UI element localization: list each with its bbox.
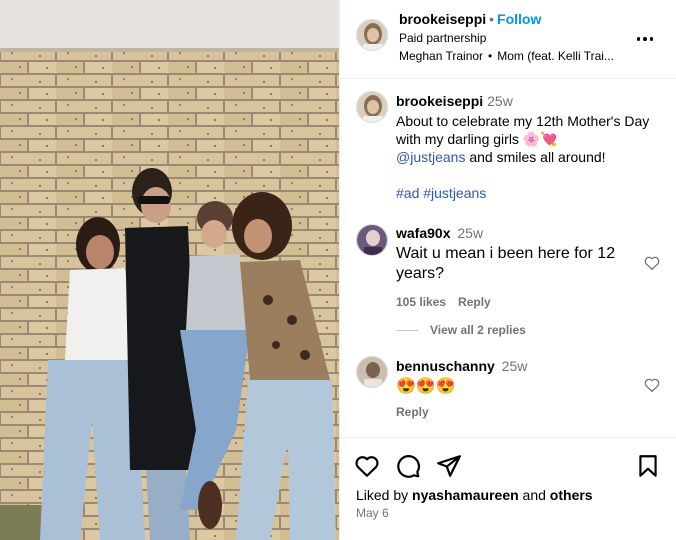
liked-by-and: and bbox=[518, 487, 550, 503]
comment-meta: 105 likes Reply bbox=[396, 293, 636, 311]
paid-partnership-label[interactable]: Paid partnership bbox=[399, 31, 486, 45]
caption-avatar[interactable] bbox=[356, 91, 388, 123]
music-title[interactable]: Mom (feat. Kelli Trai... bbox=[497, 49, 614, 63]
reply-button[interactable]: Reply bbox=[458, 295, 491, 309]
comment-icon[interactable] bbox=[395, 453, 421, 479]
liked-by-user[interactable]: nyashamaureen bbox=[412, 487, 519, 503]
more-options-icon[interactable] bbox=[633, 27, 657, 51]
comment-text: 😍😍😍 bbox=[396, 378, 456, 395]
author-avatar[interactable] bbox=[356, 19, 388, 51]
replies-divider-line bbox=[396, 329, 418, 331]
comment-like-heart-icon[interactable] bbox=[643, 376, 661, 394]
liked-by-others[interactable]: others bbox=[550, 487, 593, 503]
hashtags: #ad #justjeans bbox=[396, 184, 656, 202]
caption-text: About to celebrate my 12th Mother's Day … bbox=[396, 112, 656, 166]
liked-by-prefix: Liked by bbox=[356, 487, 413, 503]
music-artist[interactable]: Meghan Trainor bbox=[399, 49, 483, 63]
author-line: brookeiseppi • Follow bbox=[399, 11, 541, 27]
caption-username[interactable]: brookeiseppi bbox=[396, 93, 483, 109]
follow-button[interactable]: Follow bbox=[497, 11, 541, 27]
view-replies-label[interactable]: View all 2 replies bbox=[430, 323, 526, 337]
author-username[interactable]: brookeiseppi bbox=[399, 11, 486, 27]
post-header: brookeiseppi • Follow Paid partnership Meg… bbox=[340, 0, 676, 79]
heart-icon[interactable] bbox=[354, 453, 380, 479]
post-photo[interactable] bbox=[0, 0, 339, 540]
music-separator: • bbox=[488, 49, 493, 63]
hashtag-link[interactable]: #ad bbox=[396, 185, 419, 201]
caption-timestamp[interactable]: 25w bbox=[487, 93, 513, 109]
comment-username[interactable]: wafa90x bbox=[396, 225, 450, 241]
post-caption: brookeiseppi 25w About to celebrate my 12… bbox=[396, 92, 656, 202]
audio-attribution[interactable]: Meghan Trainor • Mom (feat. Kelli Trai... bbox=[399, 49, 614, 63]
comment-timestamp[interactable]: 25w bbox=[457, 225, 483, 241]
comment-like-heart-icon[interactable] bbox=[643, 254, 661, 272]
post-date[interactable]: May 6 bbox=[356, 506, 389, 520]
post-image bbox=[0, 0, 339, 540]
liked-by-text: Liked by nyashamaureen and others bbox=[356, 487, 593, 503]
comment-body: wafa90x 25w Wait u mean i been here for … bbox=[396, 224, 636, 311]
save-bookmark-icon[interactable] bbox=[635, 453, 661, 479]
mention-link[interactable]: @justjeans bbox=[396, 149, 465, 165]
comment-likes[interactable]: 105 likes bbox=[396, 295, 446, 309]
reply-button[interactable]: Reply bbox=[396, 405, 429, 419]
post-actions: Liked by nyashamaureen and others May 6 bbox=[340, 437, 676, 540]
commenter-avatar[interactable] bbox=[356, 224, 388, 256]
commenter-avatar[interactable] bbox=[356, 356, 388, 388]
comment-timestamp[interactable]: 25w bbox=[502, 358, 528, 374]
hashtag-link[interactable]: #justjeans bbox=[423, 185, 486, 201]
share-icon[interactable] bbox=[436, 453, 462, 479]
comment-text: Wait u mean i been here for 12 years? bbox=[396, 245, 616, 282]
caption-text-main: About to celebrate my 12th Mother's Day … bbox=[396, 113, 650, 147]
post-side-panel: brookeiseppi • Follow Paid partnership Meg… bbox=[339, 0, 676, 540]
view-replies-button[interactable]: View all 2 replies bbox=[396, 323, 526, 337]
comment-body: bennuschanny 25w 😍😍😍 Reply bbox=[396, 357, 636, 421]
caption-text-end: and smiles all around! bbox=[465, 149, 606, 165]
comment-meta: Reply bbox=[396, 403, 636, 421]
header-separator: • bbox=[489, 11, 495, 27]
comment-username[interactable]: bennuschanny bbox=[396, 358, 495, 374]
